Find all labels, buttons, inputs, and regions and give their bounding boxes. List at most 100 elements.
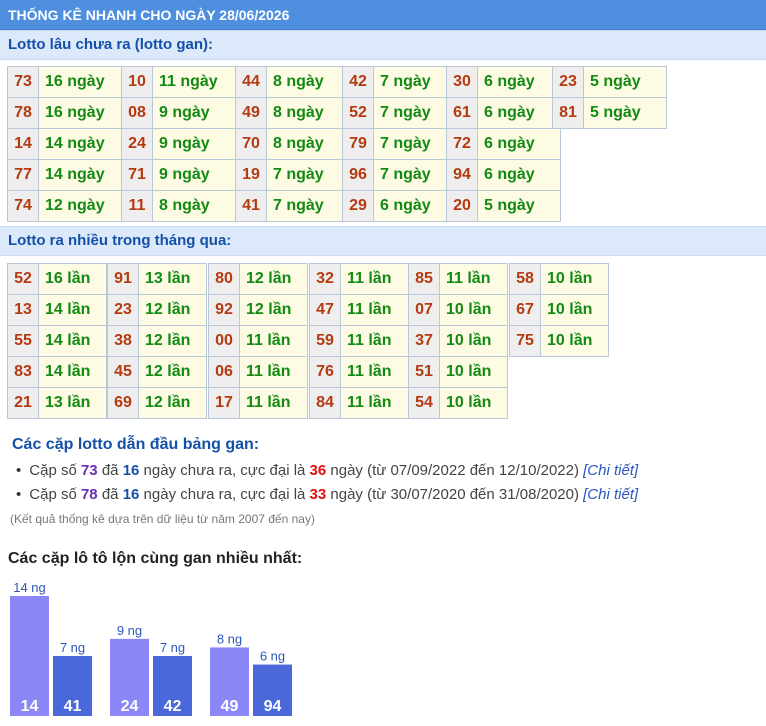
lotto-row: 78 16 ngày bbox=[7, 97, 122, 129]
lotto-count: 10 lần bbox=[439, 325, 508, 357]
chart-category-label: 41 bbox=[64, 698, 82, 715]
lotto-row: 77 14 ngày bbox=[7, 159, 122, 191]
pair-number: 78 bbox=[80, 486, 98, 503]
lotto-row: 55 14 lần bbox=[7, 325, 107, 357]
lotto-count: 11 lần bbox=[239, 356, 308, 388]
lotto-row: 13 14 lần bbox=[7, 294, 107, 326]
detail-link[interactable]: [Chi tiết] bbox=[583, 462, 638, 479]
lotto-row: 29 6 ngày bbox=[342, 190, 457, 222]
lotto-row: 76 11 lần bbox=[309, 356, 409, 388]
lotto-row: 92 12 lần bbox=[208, 294, 308, 326]
lotto-count: 7 ngày bbox=[373, 128, 457, 160]
chart-category-label: 94 bbox=[264, 698, 282, 715]
lotto-number: 14 bbox=[7, 128, 39, 160]
lotto-count: 11 lần bbox=[340, 387, 409, 419]
lotto-count: 11 lần bbox=[340, 325, 409, 357]
lotto-number: 21 bbox=[7, 387, 39, 419]
lotto-row: 59 11 lần bbox=[309, 325, 409, 357]
lotto-count: 7 ngày bbox=[373, 66, 457, 98]
chart-value-label: 8 ng bbox=[217, 631, 242, 646]
lotto-number: 19 bbox=[235, 159, 267, 191]
pair-text: ngày chưa ra, cực đại là bbox=[139, 486, 310, 503]
lotto-count: 8 ngày bbox=[266, 66, 350, 98]
lotto-number: 69 bbox=[107, 387, 139, 419]
bullet-icon: • bbox=[16, 486, 22, 503]
lotto-row: 32 11 lần bbox=[309, 263, 409, 295]
detail-link[interactable]: [Chi tiết] bbox=[583, 486, 638, 503]
lotto-number: 96 bbox=[342, 159, 374, 191]
lotto-number: 00 bbox=[208, 325, 240, 357]
lotto-number: 52 bbox=[342, 97, 374, 129]
lotto-group: 42 7 ngày 52 7 ngày 79 7 ngày 96 7 ngày 29 6 ngày bbox=[342, 66, 457, 222]
lotto-row: 41 7 ngày bbox=[235, 190, 350, 222]
pair-text: Cặp số bbox=[29, 462, 81, 479]
lotto-number: 76 bbox=[309, 356, 341, 388]
lotto-row: 17 11 lần bbox=[208, 387, 308, 419]
lotto-number: 07 bbox=[408, 294, 440, 326]
pair-text: đã bbox=[97, 486, 123, 503]
lotto-count: 11 lần bbox=[239, 325, 308, 357]
gan-pairs-chart: 14 ng 14 7 ng 41 9 ng 24 7 ng 42 8 ng 49 6 ng 94 bbox=[10, 580, 292, 716]
section-nhieu-title: Lotto ra nhiều trong tháng qua: bbox=[0, 226, 766, 256]
lotto-row: 23 12 lần bbox=[107, 294, 207, 326]
lotto-number: 20 bbox=[446, 190, 478, 222]
lotto-count: 11 ngày bbox=[152, 66, 236, 98]
lotto-number: 61 bbox=[446, 97, 478, 129]
chart-value-label: 7 ng bbox=[60, 640, 85, 655]
pair-max: 33 bbox=[309, 486, 327, 503]
lotto-row: 52 16 lần bbox=[7, 263, 107, 295]
lotto-count: 6 ngày bbox=[477, 128, 561, 160]
lotto-group: 58 10 lần 67 10 lần 75 10 lần bbox=[509, 263, 609, 357]
lotto-number: 44 bbox=[235, 66, 267, 98]
pair-line: • Cặp số 73 đã 16 ngày chưa ra, cực đại l… bbox=[16, 462, 638, 479]
lotto-count: 9 ngày bbox=[152, 159, 236, 191]
lotto-row: 72 6 ngày bbox=[446, 128, 561, 160]
lotto-number: 79 bbox=[342, 128, 374, 160]
lotto-row: 06 11 lần bbox=[208, 356, 308, 388]
lotto-count: 12 lần bbox=[138, 356, 207, 388]
lotto-row: 51 10 lần bbox=[408, 356, 508, 388]
lotto-count: 7 ngày bbox=[373, 97, 457, 129]
lotto-count: 13 lần bbox=[38, 387, 107, 419]
lotto-count: 11 lần bbox=[239, 387, 308, 419]
lotto-number: 23 bbox=[107, 294, 139, 326]
header-title: THỐNG KÊ NHANH CHO NGÀY 28/06/2026 bbox=[8, 7, 290, 23]
lotto-number: 91 bbox=[107, 263, 139, 295]
lotto-count: 7 ngày bbox=[373, 159, 457, 191]
bullet-icon: • bbox=[16, 462, 22, 479]
lotto-count: 14 lần bbox=[38, 356, 107, 388]
lotto-number: 92 bbox=[208, 294, 240, 326]
pair-number: 73 bbox=[80, 462, 98, 479]
lotto-group: 10 11 ngày 08 9 ngày 24 9 ngày 71 9 ngày 11 8 ngà… bbox=[121, 66, 236, 222]
lotto-count: 13 lần bbox=[138, 263, 207, 295]
lotto-row: 58 10 lần bbox=[509, 263, 609, 295]
lotto-number: 37 bbox=[408, 325, 440, 357]
lotto-number: 41 bbox=[235, 190, 267, 222]
lotto-row: 47 11 lần bbox=[309, 294, 409, 326]
chart-title: Các cặp lô tô lộn cùng gan nhiều nhất: bbox=[8, 550, 303, 567]
lotto-number: 52 bbox=[7, 263, 39, 295]
lotto-number: 11 bbox=[121, 190, 153, 222]
lotto-number: 59 bbox=[309, 325, 341, 357]
lotto-row: 44 8 ngày bbox=[235, 66, 350, 98]
lotto-number: 45 bbox=[107, 356, 139, 388]
lotto-number: 29 bbox=[342, 190, 374, 222]
lotto-count: 10 lần bbox=[540, 263, 609, 295]
lotto-count: 8 ngày bbox=[266, 128, 350, 160]
lotto-number: 49 bbox=[235, 97, 267, 129]
chart-category-label: 14 bbox=[21, 698, 39, 715]
lotto-row: 10 11 ngày bbox=[121, 66, 236, 98]
lotto-count: 12 lần bbox=[138, 294, 207, 326]
lotto-count: 12 lần bbox=[138, 325, 207, 357]
pairs-title: Các cặp lotto dẫn đầu bảng gan: bbox=[12, 436, 260, 453]
lotto-row: 91 13 lần bbox=[107, 263, 207, 295]
lotto-count: 9 ngày bbox=[152, 97, 236, 129]
lotto-count: 5 ngày bbox=[583, 97, 667, 129]
pair-line: • Cặp số 78 đã 16 ngày chưa ra, cực đại l… bbox=[16, 486, 638, 503]
lotto-count: 14 ngày bbox=[38, 159, 122, 191]
chart-category-label: 49 bbox=[221, 698, 239, 715]
lotto-group: 23 5 ngày 81 5 ngày bbox=[552, 66, 667, 129]
pair-text: ngày (từ 30/07/2020 đến 31/08/2020) bbox=[326, 486, 584, 503]
lotto-number: 73 bbox=[7, 66, 39, 98]
lotto-count: 6 ngày bbox=[477, 159, 561, 191]
